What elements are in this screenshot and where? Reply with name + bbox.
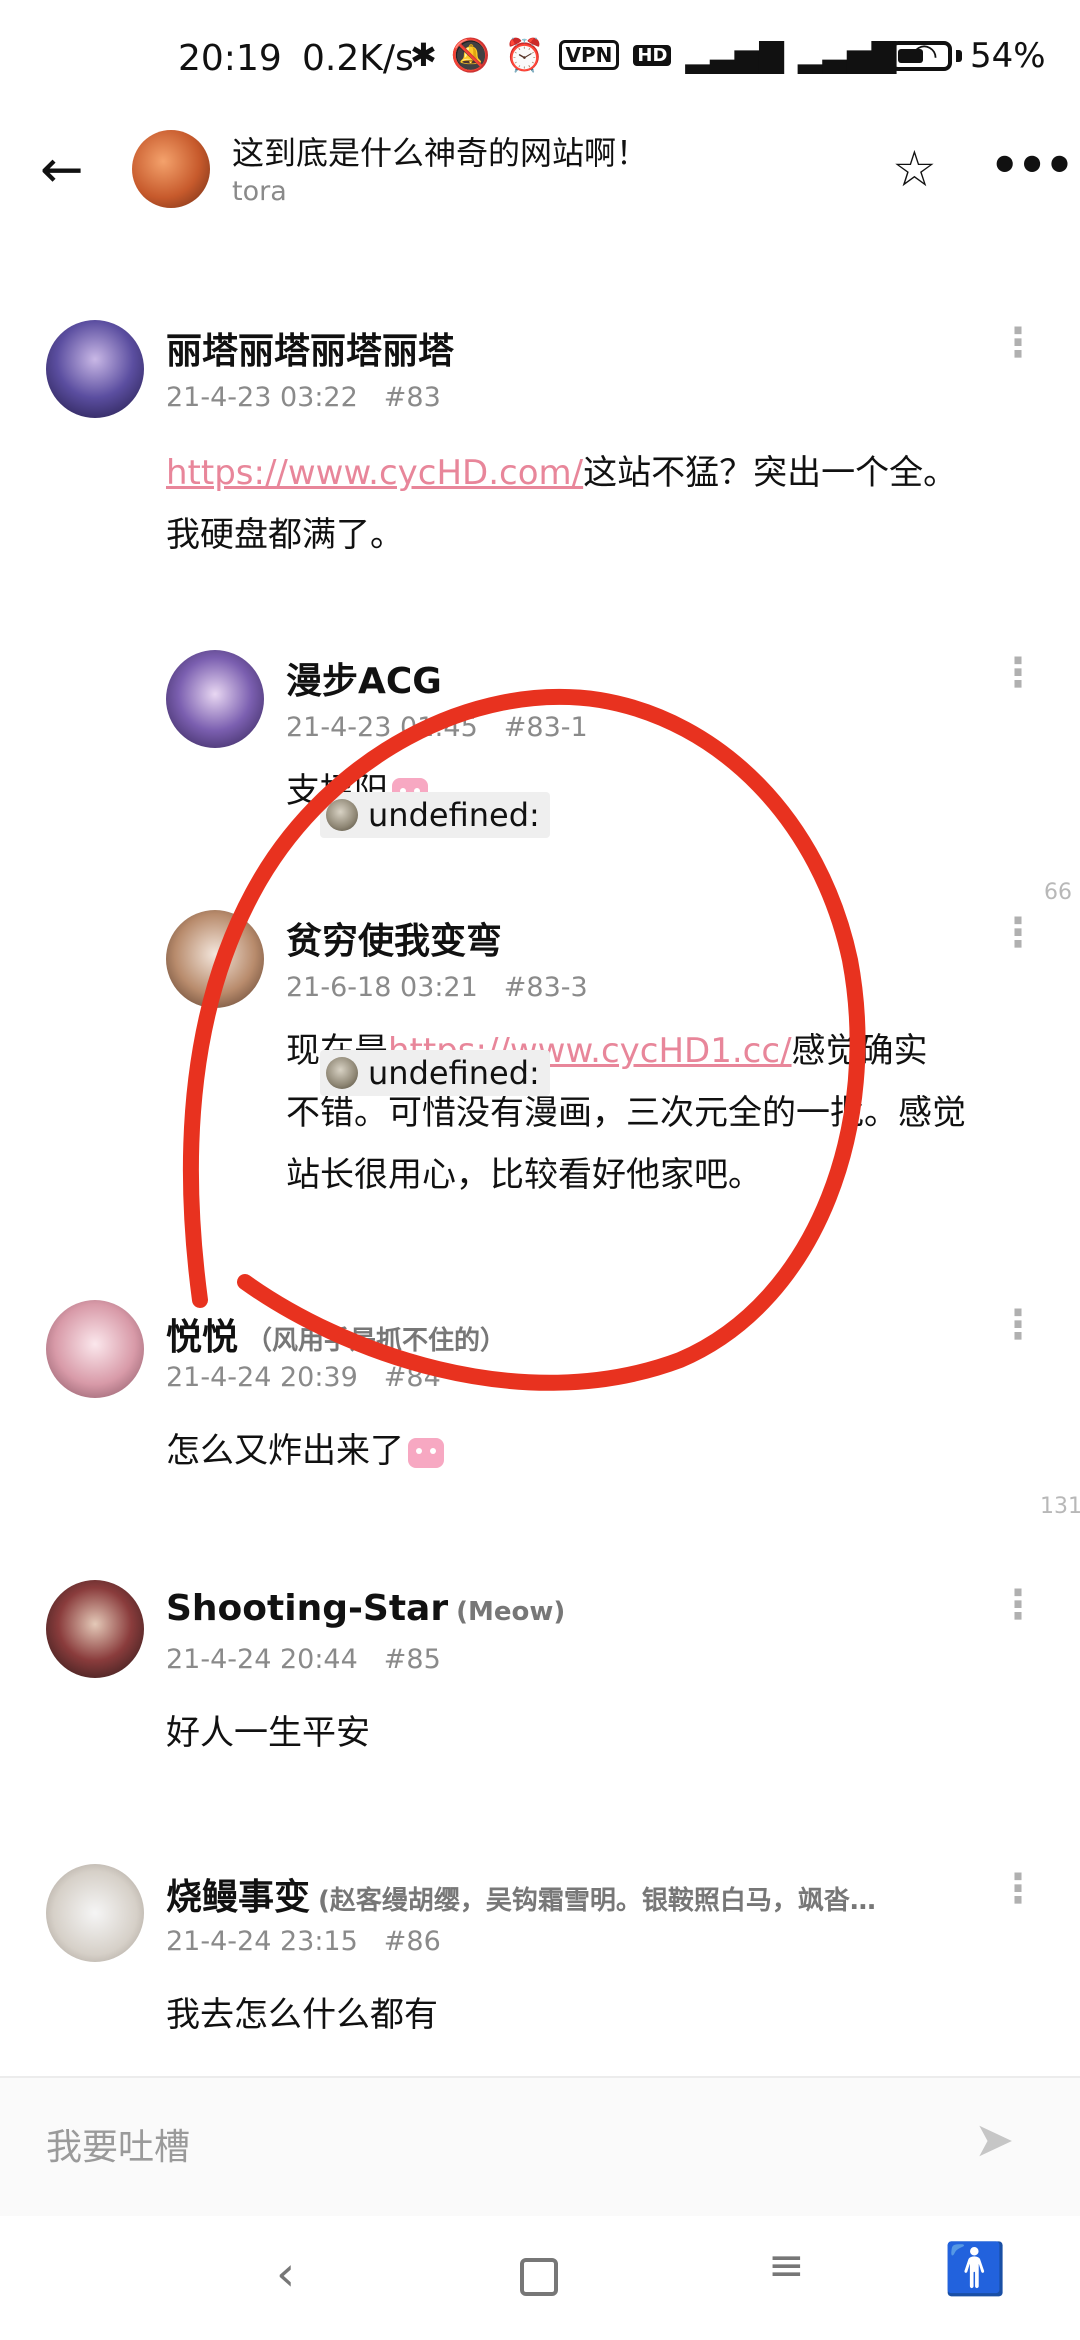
post-link[interactable]: https://www.cycHD.com/	[166, 453, 583, 493]
post-body: 怎么又炸出来了	[166, 1420, 444, 1482]
battery-percent: 54%	[970, 36, 1046, 76]
topic-author[interactable]: tora	[232, 176, 287, 207]
post-meta: 21-4-24 23:15 #86	[166, 1926, 441, 1957]
signal-4g-icon: ▂▃▅▇	[685, 36, 784, 74]
post-text: 我去怎么什么都有	[166, 1995, 438, 2035]
vpn-icon: VPN	[558, 40, 620, 70]
author-signature: (赵客缦胡缨，吴钩霜雪明。银鞍照白马，飒沓…	[318, 1886, 876, 1916]
post-menu-icon[interactable]: ⋮	[998, 653, 1038, 693]
post-date: 21-4-24 23:15	[166, 1926, 358, 1957]
post-text-line3: 站长很用心，比较看好他家吧。	[286, 1155, 762, 1195]
post-floor: #83-1	[503, 712, 588, 743]
post-body: 现在是https://www.cycHD1.cc/感觉确实 不错。可惜没有漫画，…	[286, 1020, 1046, 1206]
nav-recents-icon[interactable]: ≡	[768, 2240, 805, 2291]
battery-tip	[956, 50, 962, 62]
side-counter: 131	[1040, 1494, 1080, 1519]
avatar[interactable]	[166, 910, 264, 1008]
post-menu-icon[interactable]: ⋮	[998, 913, 1038, 953]
overlay-tag: undefined:	[320, 792, 550, 838]
topic-author-avatar[interactable]	[132, 130, 210, 208]
overlay-tag-text: undefined:	[368, 796, 540, 834]
post-menu-icon[interactable]: ⋮	[998, 1585, 1038, 1625]
post-author-name[interactable]: 漫步ACG	[286, 652, 442, 704]
post-text: 感觉确实	[791, 1031, 928, 1071]
post-text: 这站不猛？突出一个全。	[583, 453, 958, 493]
post-body: 好人一生平安	[166, 1702, 370, 1764]
nav-home-icon[interactable]	[520, 2258, 558, 2296]
post-meta: 21-4-23 03:22 #83	[166, 382, 441, 413]
post-meta: 21-4-24 20:39 #84	[166, 1362, 441, 1393]
mute-icon: 🔕	[450, 36, 491, 74]
comment-input[interactable]: 我要吐槽	[46, 2118, 190, 2170]
send-icon[interactable]: ➤	[974, 2112, 1014, 2168]
status-bar: 20:19 0.2K/s ✱ 🔕 ⏰ VPN HD ▂▃▅▇ ▂▃▅▇ ◠ 54…	[0, 0, 1080, 120]
post-author-name[interactable]: Shooting-Star (Meow)	[166, 1588, 565, 1629]
post-date: 21-6-18 03:21	[286, 972, 478, 1003]
post-menu-icon[interactable]: ⋮	[998, 1305, 1038, 1345]
alarm-icon: ⏰	[504, 36, 545, 74]
post-text: 好人一生平安	[166, 1713, 370, 1753]
post-date: 21-4-24 20:44	[166, 1644, 358, 1675]
back-arrow-icon[interactable]: ←	[40, 144, 90, 196]
avatar[interactable]	[46, 1864, 144, 1962]
post-menu-icon[interactable]: ⋮	[998, 323, 1038, 363]
hd-icon: HD	[633, 44, 672, 66]
overlay-tag: undefined:	[320, 1050, 550, 1096]
post-floor: #83	[383, 382, 441, 413]
system-nav-bar: ‹ ≡ 🚹	[0, 2216, 1080, 2340]
comment-input-bar: 我要吐槽 ➤	[0, 2076, 1080, 2218]
accessibility-icon[interactable]: 🚹	[944, 2240, 1006, 2299]
topic-title: 这到底是什么神奇的网站啊！	[232, 134, 649, 172]
post-author-name[interactable]: 丽塔丽塔丽塔丽塔	[166, 322, 454, 374]
post-author-name[interactable]: 悦悦 （风用手是抓不住的）	[166, 1308, 506, 1360]
post-meta: 21-6-18 03:21 #83-3	[286, 972, 588, 1003]
post-floor: #85	[383, 1644, 441, 1675]
post-floor: #86	[383, 1926, 441, 1957]
post-meta: 21-4-24 20:44 #85	[166, 1644, 441, 1675]
post-text-line2: 我硬盘都满了。	[166, 515, 404, 555]
author-signature: （风用手是抓不住的）	[246, 1326, 507, 1356]
overlay-tag-text: undefined:	[368, 1054, 540, 1092]
battery-icon	[890, 41, 952, 71]
avatar[interactable]	[46, 320, 144, 418]
status-time: 20:19	[178, 38, 282, 79]
nav-back-icon[interactable]: ‹	[276, 2246, 295, 2302]
post-meta: 21-4-23 01:45 #83-1	[286, 712, 588, 743]
bluetooth-icon: ✱	[410, 36, 437, 74]
signal-4g-icon: ▂▃▅▇	[797, 36, 897, 74]
post-text: 怎么又炸出来了	[166, 1431, 404, 1471]
battery-fill	[898, 49, 923, 63]
favorite-star-icon[interactable]: ☆	[892, 140, 937, 198]
post-date: 21-4-23 03:22	[166, 382, 358, 413]
status-icons: ✱ 🔕 ⏰ VPN HD ▂▃▅▇ ▂▃▅▇ ◠	[410, 36, 938, 74]
post-text-line2: 不错。可惜没有漫画，三次元全的一批。感觉	[286, 1093, 966, 1133]
author-name-text: 悦悦	[166, 1317, 239, 1358]
face-icon	[326, 1057, 358, 1089]
avatar[interactable]	[46, 1300, 144, 1398]
post-body: 我去怎么什么都有	[166, 1984, 438, 2046]
app-bar: ← 这到底是什么神奇的网站啊！ tora ☆ •••	[0, 120, 1080, 250]
battery-indicator: 54%	[890, 36, 1046, 76]
post-date: 21-4-23 01:45	[286, 712, 478, 743]
author-name-text: 烧鳗事变	[166, 1877, 311, 1918]
bilibili-emoji-icon	[408, 1437, 444, 1468]
post-author-name[interactable]: 烧鳗事变 (赵客缦胡缨，吴钩霜雪明。银鞍照白马，飒沓…	[166, 1868, 926, 1920]
network-speed: 0.2K/s	[302, 38, 414, 79]
author-signature: (Meow)	[456, 1597, 566, 1627]
post-menu-icon[interactable]: ⋮	[998, 1869, 1038, 1909]
avatar[interactable]	[166, 650, 264, 748]
post-date: 21-4-24 20:39	[166, 1362, 358, 1393]
post-floor: #84	[383, 1362, 441, 1393]
side-counter: 66	[1044, 880, 1072, 905]
face-icon	[326, 799, 358, 831]
post-author-name[interactable]: 贫穷使我变弯	[286, 912, 502, 964]
post-body: https://www.cycHD.com/这站不猛？突出一个全。 我硬盘都满了…	[166, 442, 1046, 566]
avatar[interactable]	[46, 1580, 144, 1678]
author-name-text: Shooting-Star	[166, 1588, 449, 1629]
more-options-icon[interactable]: •••	[990, 138, 1074, 192]
post-floor: #83-3	[503, 972, 588, 1003]
